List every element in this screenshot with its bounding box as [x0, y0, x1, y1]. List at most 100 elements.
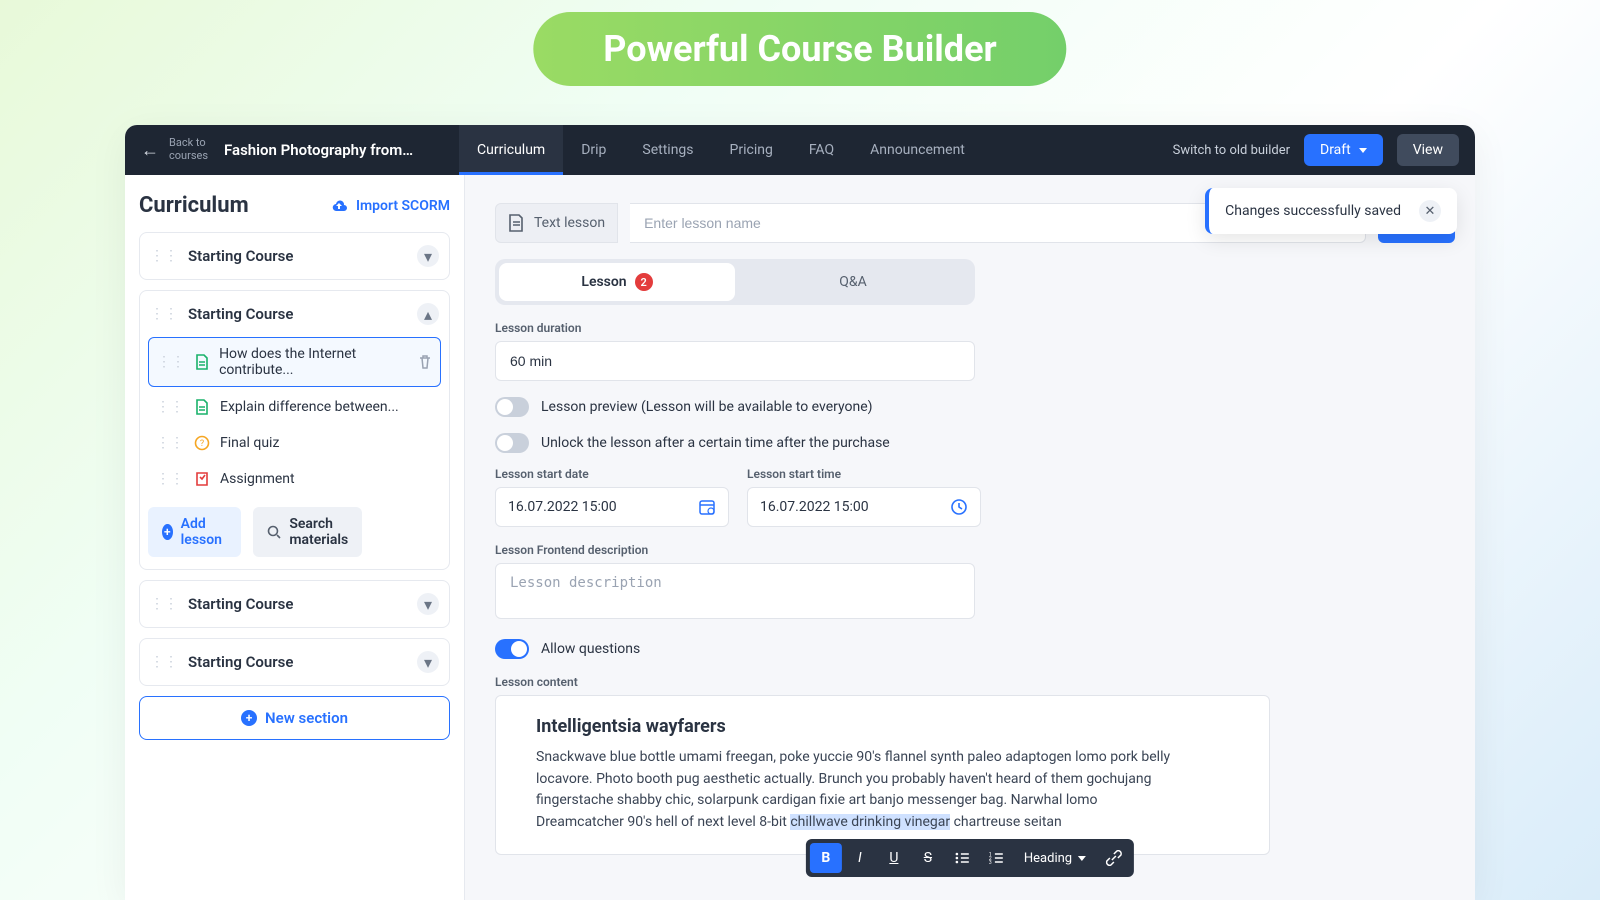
close-icon[interactable]: ✕ — [1419, 200, 1441, 222]
switch-builder-link[interactable]: Switch to old builder — [1173, 143, 1290, 158]
search-icon — [267, 525, 281, 539]
lesson-list: ⋮⋮ How does the Internet contribute... ⋮… — [140, 337, 449, 507]
lesson-item[interactable]: ⋮⋮ Assignment — [148, 463, 441, 495]
lesson-subtabs: Lesson2 Q&A — [495, 259, 975, 305]
preview-label: Lesson preview (Lesson will be available… — [541, 399, 873, 415]
allow-questions-toggle[interactable] — [495, 639, 529, 659]
underline-button[interactable]: U — [878, 843, 910, 873]
hero-badge: Powerful Course Builder — [533, 12, 1066, 86]
heading-label: Heading — [1024, 851, 1072, 866]
draft-label: Draft — [1320, 142, 1351, 158]
search-materials-button[interactable]: Search materials — [253, 507, 362, 557]
heading-dropdown[interactable]: Heading — [1014, 851, 1096, 866]
lesson-item[interactable]: ⋮⋮ How does the Internet contribute... — [148, 337, 441, 387]
arrow-left-icon: ← — [141, 140, 159, 161]
topbar-tabs: Curriculum Drip Settings Pricing FAQ Ann… — [459, 125, 983, 175]
drag-handle-icon[interactable]: ⋮⋮ — [150, 306, 178, 322]
section-header[interactable]: ⋮⋮ Starting Course ▴ — [140, 291, 449, 337]
subtab-qa[interactable]: Q&A — [735, 263, 971, 301]
plus-circle-icon: + — [241, 710, 257, 726]
toast-message: Changes successfully saved — [1225, 203, 1401, 219]
start-date-label: Lesson start date — [495, 467, 729, 481]
selected-text: chillwave drinking vinegar — [790, 814, 950, 830]
section-name: Starting Course — [188, 305, 407, 323]
lesson-name: Assignment — [220, 471, 295, 487]
import-scorm-button[interactable]: Import SCORM — [330, 198, 450, 214]
main-panel: Changes successfully saved ✕ Text lesson… — [465, 175, 1475, 900]
drag-handle-icon[interactable]: ⋮⋮ — [150, 248, 178, 264]
chevron-down-icon[interactable]: ▾ — [417, 593, 439, 615]
start-time-label: Lesson start time — [747, 467, 981, 481]
new-section-button[interactable]: +New section — [139, 696, 450, 740]
lesson-type-chip: Text lesson — [495, 203, 618, 243]
allow-questions-label: Allow questions — [541, 641, 640, 657]
unlock-toggle[interactable] — [495, 433, 529, 453]
duration-input[interactable] — [495, 341, 975, 381]
subtab-lesson-label: Lesson — [581, 274, 626, 290]
section-card: ⋮⋮ Starting Course ▾ — [139, 580, 450, 628]
section-header[interactable]: ⋮⋮ Starting Course ▾ — [140, 639, 449, 685]
subtab-lesson[interactable]: Lesson2 — [499, 263, 735, 301]
section-card: ⋮⋮ Starting Course ▾ — [139, 638, 450, 686]
clock-icon — [950, 498, 968, 516]
chevron-down-icon[interactable]: ▾ — [417, 245, 439, 267]
tab-settings[interactable]: Settings — [624, 125, 711, 175]
trash-icon[interactable] — [418, 354, 432, 370]
start-time-value: 16.07.2022 15:00 — [760, 499, 869, 515]
drag-handle-icon[interactable]: ⋮⋮ — [150, 654, 178, 670]
assignment-icon — [194, 471, 210, 487]
topbar: ← Back to courses Fashion Photography fr… — [125, 125, 1475, 175]
section-name: Starting Course — [188, 653, 407, 671]
tab-drip[interactable]: Drip — [563, 125, 624, 175]
lesson-item[interactable]: ⋮⋮ Explain difference between... — [148, 391, 441, 423]
front-desc-textarea[interactable] — [495, 563, 975, 619]
link-button[interactable] — [1098, 843, 1130, 873]
editor-heading: Intelligentsia wayfarers — [536, 716, 1229, 737]
chevron-down-icon[interactable]: ▾ — [417, 651, 439, 673]
draft-status-button[interactable]: Draft — [1304, 134, 1383, 166]
lesson-item[interactable]: ⋮⋮ ? Final quiz — [148, 427, 441, 459]
italic-button[interactable]: I — [844, 843, 876, 873]
quiz-icon: ? — [194, 435, 210, 451]
editor-paragraph: Snackwave blue bottle umami freegan, pok… — [536, 747, 1229, 812]
document-icon — [194, 399, 210, 415]
lesson-name: Final quiz — [220, 435, 279, 451]
lesson-type-label: Text lesson — [534, 215, 605, 231]
start-date-input[interactable]: 16.07.2022 15:00 — [495, 487, 729, 527]
toast-success: Changes successfully saved ✕ — [1205, 188, 1457, 234]
preview-toggle[interactable] — [495, 397, 529, 417]
drag-handle-icon[interactable]: ⋮⋮ — [150, 596, 178, 612]
topbar-actions: Switch to old builder Draft View — [1173, 134, 1459, 166]
start-time-input[interactable]: 16.07.2022 15:00 — [747, 487, 981, 527]
drag-handle-icon[interactable]: ⋮⋮ — [156, 399, 184, 415]
rich-text-editor[interactable]: Intelligentsia wayfarers Snackwave blue … — [495, 695, 1270, 855]
content-label: Lesson content — [495, 675, 975, 689]
bold-button[interactable]: B — [810, 843, 842, 873]
section-header[interactable]: ⋮⋮ Starting Course ▾ — [140, 581, 449, 627]
editor-toolbar: B I U S 123 Heading — [806, 839, 1134, 877]
section-card: ⋮⋮ Starting Course ▾ — [139, 232, 450, 280]
course-title: Fashion Photography from… — [224, 141, 429, 159]
back-label: Back to courses — [169, 137, 208, 162]
back-to-courses-button[interactable]: ← Back to courses — [141, 137, 208, 162]
plus-circle-icon: + — [162, 524, 173, 540]
drag-handle-icon[interactable]: ⋮⋮ — [157, 354, 185, 370]
tab-curriculum[interactable]: Curriculum — [459, 125, 563, 175]
view-button[interactable]: View — [1397, 134, 1459, 166]
tab-announcement[interactable]: Announcement — [852, 125, 983, 175]
svg-text:3: 3 — [989, 860, 992, 864]
lesson-name: How does the Internet contribute... — [219, 346, 408, 378]
bullet-list-button[interactable] — [946, 843, 978, 873]
strikethrough-button[interactable]: S — [912, 843, 944, 873]
drag-handle-icon[interactable]: ⋮⋮ — [156, 435, 184, 451]
section-header[interactable]: ⋮⋮ Starting Course ▾ — [140, 233, 449, 279]
add-lesson-button[interactable]: +Add lesson — [148, 507, 241, 557]
chevron-up-icon[interactable]: ▴ — [417, 303, 439, 325]
tab-faq[interactable]: FAQ — [791, 125, 852, 175]
number-list-button[interactable]: 123 — [980, 843, 1012, 873]
lesson-name: Explain difference between... — [220, 399, 399, 415]
tab-pricing[interactable]: Pricing — [712, 125, 791, 175]
drag-handle-icon[interactable]: ⋮⋮ — [156, 471, 184, 487]
duration-label: Lesson duration — [495, 321, 975, 335]
cloud-upload-icon — [330, 199, 348, 213]
